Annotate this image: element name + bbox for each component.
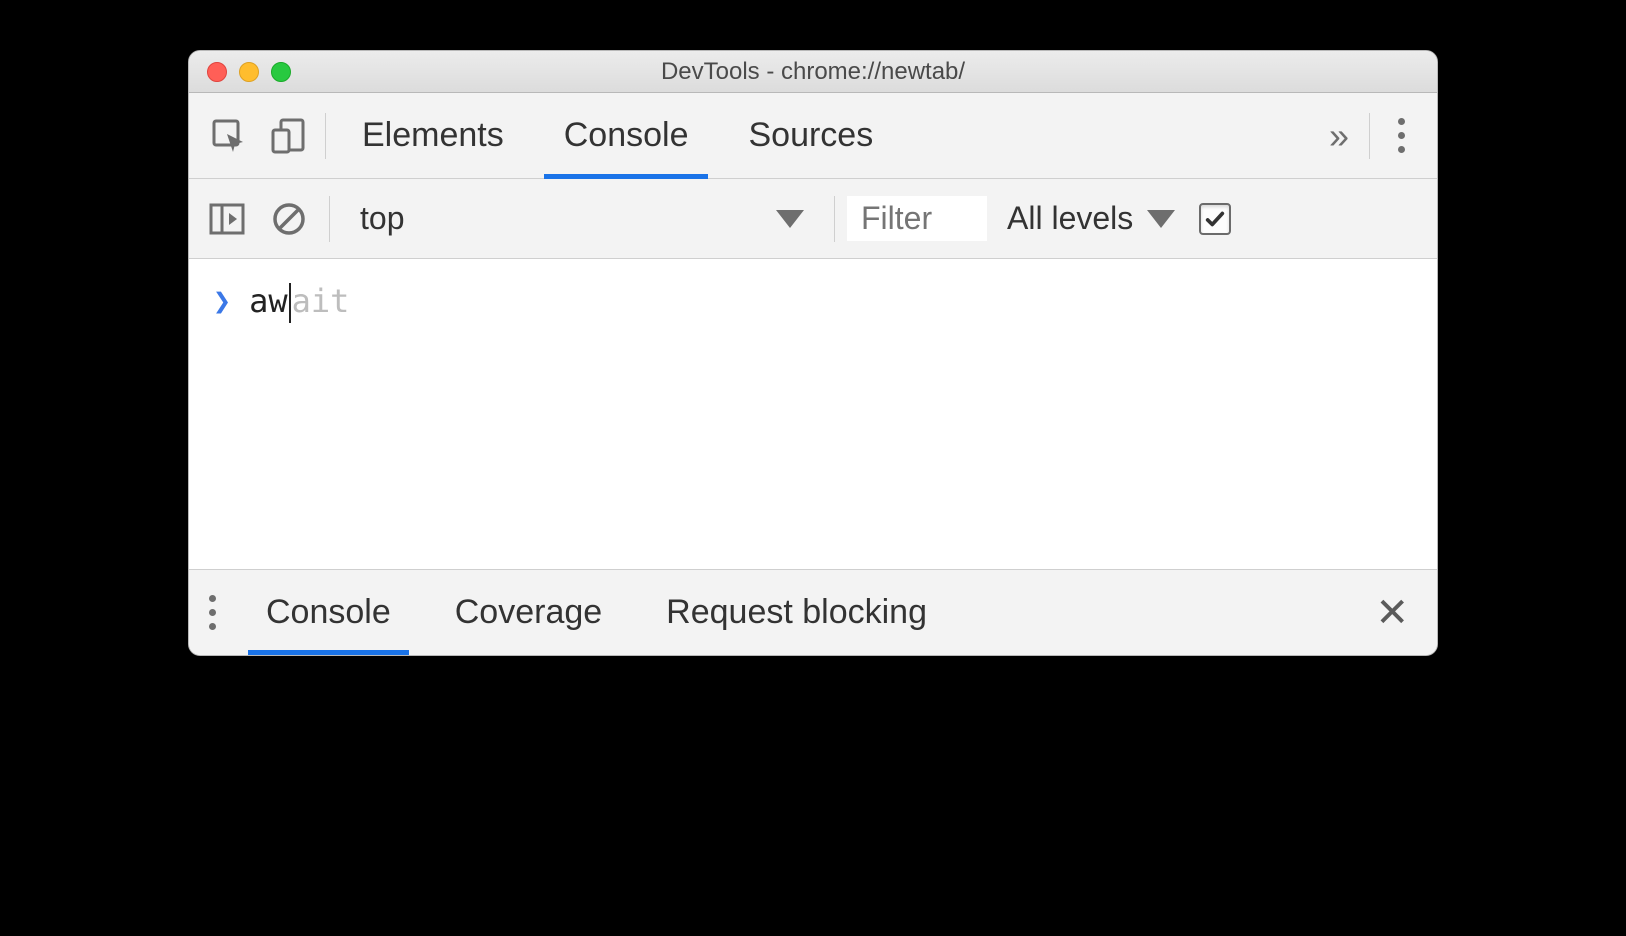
drawer-tab-label: Console — [266, 593, 391, 632]
drawer-menu-icon[interactable] — [199, 595, 234, 630]
divider — [329, 196, 330, 242]
divider — [1369, 113, 1370, 159]
prompt-chevron-icon: ❯ — [213, 284, 231, 319]
devtools-window: DevTools - chrome://newtab/ Elements Con… — [188, 50, 1438, 656]
divider — [325, 113, 326, 159]
typed-text: aw — [249, 282, 288, 320]
drawer-tab-coverage[interactable]: Coverage — [423, 570, 634, 655]
tab-label: Console — [564, 116, 689, 155]
console-body[interactable]: ❯ await — [189, 259, 1437, 569]
drawer-tab-label: Coverage — [455, 593, 602, 632]
minimize-window-button[interactable] — [239, 62, 259, 82]
tab-console[interactable]: Console — [534, 93, 719, 178]
drawer-tabbar: Console Coverage Request blocking ✕ — [189, 569, 1437, 655]
tab-sources[interactable]: Sources — [718, 93, 903, 178]
dropdown-icon — [776, 210, 804, 228]
log-level-selector[interactable]: All levels — [993, 200, 1175, 237]
tab-label: Sources — [748, 116, 873, 155]
divider — [834, 196, 835, 242]
close-drawer-icon[interactable]: ✕ — [1357, 590, 1427, 636]
drawer-tab-label: Request blocking — [666, 593, 927, 632]
console-input[interactable]: await — [249, 281, 349, 321]
traffic-lights — [189, 62, 291, 82]
drawer-tab-console[interactable]: Console — [234, 570, 423, 655]
filter-input[interactable] — [847, 196, 987, 241]
text-cursor — [289, 283, 291, 323]
window-title: DevTools - chrome://newtab/ — [189, 58, 1437, 86]
device-toggle-icon[interactable] — [259, 106, 319, 166]
levels-label: All levels — [1007, 200, 1133, 237]
inspect-element-icon[interactable] — [199, 106, 259, 166]
tab-elements[interactable]: Elements — [332, 93, 534, 178]
window-titlebar: DevTools - chrome://newtab/ — [189, 51, 1437, 93]
zoom-window-button[interactable] — [271, 62, 291, 82]
main-tabbar: Elements Console Sources » — [189, 93, 1437, 179]
drawer-tab-request-blocking[interactable]: Request blocking — [634, 570, 959, 655]
context-value: top — [360, 200, 404, 237]
close-window-button[interactable] — [207, 62, 227, 82]
settings-menu-icon[interactable] — [1376, 118, 1427, 153]
autocomplete-ghost: ait — [292, 282, 350, 320]
preserve-log-checkbox[interactable] — [1199, 203, 1231, 235]
more-tabs-icon[interactable]: » — [1309, 115, 1363, 157]
console-prompt-line: ❯ await — [213, 281, 1413, 321]
context-selector[interactable]: top — [342, 200, 822, 237]
tab-label: Elements — [362, 116, 504, 155]
dropdown-icon — [1147, 210, 1175, 228]
show-sidebar-icon[interactable] — [199, 191, 255, 247]
console-toolbar: top All levels — [189, 179, 1437, 259]
clear-console-icon[interactable] — [261, 191, 317, 247]
